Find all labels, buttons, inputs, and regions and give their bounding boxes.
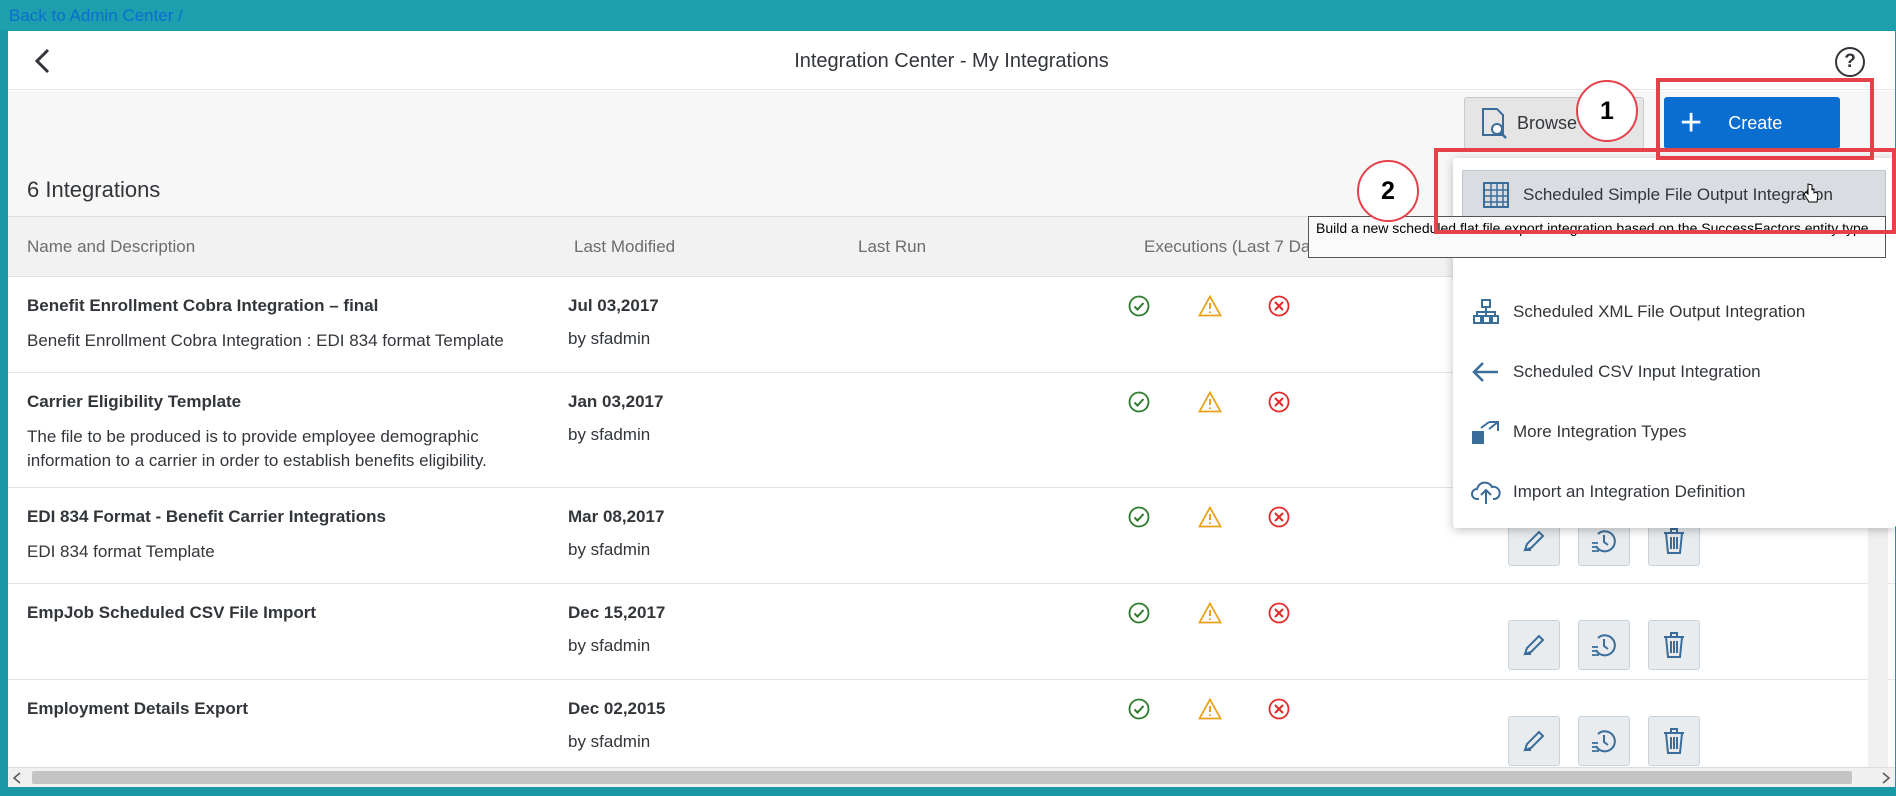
last-modified-date: Dec 02,2015 [568, 699, 666, 718]
history-icon [1590, 631, 1618, 659]
history-icon [1590, 727, 1618, 755]
history-icon [1590, 527, 1618, 555]
error-icon[interactable] [1268, 506, 1290, 528]
warning-icon[interactable] [1197, 505, 1223, 528]
integration-name[interactable]: EmpJob Scheduled CSV File Import [27, 603, 316, 623]
horizontal-scrollbar[interactable] [8, 767, 1895, 787]
arrow-left-icon [1469, 355, 1503, 389]
top-breadcrumb-bar: Back to Admin Center / [0, 0, 1896, 30]
warning-icon[interactable] [1197, 601, 1223, 624]
open-external-icon [1469, 415, 1503, 449]
menu-item-more-integration-types[interactable]: More Integration Types [1453, 407, 1896, 457]
horizontal-scrollbar-thumb[interactable] [32, 771, 1852, 784]
menu-item-label: Scheduled XML File Output Integration [1513, 302, 1806, 321]
edit-button[interactable] [1508, 620, 1560, 670]
last-modified-by: by sfadmin [568, 540, 651, 559]
pencil-icon [1521, 728, 1547, 754]
menu-item-label: More Integration Types [1513, 422, 1687, 441]
hierarchy-icon [1469, 295, 1503, 329]
last-modified-date: Jan 03,2017 [568, 392, 664, 411]
history-button[interactable] [1578, 716, 1630, 766]
success-icon[interactable] [1128, 506, 1150, 528]
menu-item-scheduled-xml-file-output[interactable]: Scheduled XML File Output Integration [1453, 287, 1896, 337]
error-icon[interactable] [1268, 602, 1290, 624]
last-modified-by: by sfadmin [568, 732, 651, 751]
last-modified-by: by sfadmin [568, 329, 651, 348]
last-modified-date: Jul 03,2017 [568, 296, 659, 315]
menu-item-label: Scheduled CSV Input Integration [1513, 362, 1761, 381]
column-header-name[interactable]: Name and Description [27, 237, 195, 257]
menu-item-label: Import an Integration Definition [1513, 482, 1746, 501]
history-button[interactable] [1578, 620, 1630, 670]
document-search-icon [1482, 108, 1507, 139]
delete-button[interactable] [1648, 716, 1700, 766]
table-row[interactable]: EmpJob Scheduled CSV File Import Dec 15,2… [8, 584, 1895, 680]
integration-name[interactable]: Employment Details Export [27, 699, 248, 719]
page-title: Integration Center - My Integrations [794, 50, 1109, 72]
cloud-upload-icon [1469, 475, 1503, 509]
trash-icon [1662, 727, 1686, 755]
menu-item-import-integration-definition[interactable]: Import an Integration Definition [1453, 467, 1896, 517]
success-icon[interactable] [1128, 602, 1150, 624]
menu-item-scheduled-csv-input[interactable]: Scheduled CSV Input Integration [1453, 347, 1896, 397]
annotation-highlight-menu-item [1434, 148, 1896, 234]
integration-description: EDI 834 format Template [27, 542, 215, 561]
integration-name[interactable]: Benefit Enrollment Cobra Integration – f… [27, 296, 378, 316]
error-icon[interactable] [1268, 391, 1290, 413]
integration-description: The file to be produced is to provide em… [27, 427, 487, 470]
integration-description: Benefit Enrollment Cobra Integration : E… [27, 331, 504, 350]
delete-button[interactable] [1648, 620, 1700, 670]
warning-icon[interactable] [1197, 390, 1223, 413]
column-header-last-run[interactable]: Last Run [858, 237, 926, 257]
scroll-right-icon[interactable] [1881, 772, 1891, 784]
success-icon[interactable] [1128, 295, 1150, 317]
column-header-executions[interactable]: Executions (Last 7 Da [1144, 237, 1310, 257]
scroll-left-icon[interactable] [12, 772, 22, 784]
help-icon[interactable]: ? [1835, 47, 1865, 77]
last-modified-by: by sfadmin [568, 425, 651, 444]
annotation-marker-1: 1 [1576, 80, 1638, 142]
pencil-icon [1521, 632, 1547, 658]
success-icon[interactable] [1128, 391, 1150, 413]
pencil-icon [1521, 528, 1547, 554]
warning-icon[interactable] [1197, 697, 1223, 720]
integration-name[interactable]: EDI 834 Format - Benefit Carrier Integra… [27, 507, 386, 527]
trash-icon [1662, 631, 1686, 659]
last-modified-date: Mar 08,2017 [568, 507, 665, 526]
error-icon[interactable] [1268, 295, 1290, 317]
error-icon[interactable] [1268, 698, 1290, 720]
column-header-last-modified[interactable]: Last Modified [574, 237, 675, 257]
integration-count: 6 Integrations [27, 177, 161, 202]
back-to-admin-center-link[interactable]: Back to Admin Center / [9, 6, 183, 26]
last-modified-date: Dec 15,2017 [568, 603, 666, 622]
annotation-marker-2: 2 [1357, 160, 1419, 222]
last-modified-by: by sfadmin [568, 636, 651, 655]
integration-name[interactable]: Carrier Eligibility Template [27, 392, 241, 412]
edit-button[interactable] [1508, 716, 1560, 766]
success-icon[interactable] [1128, 698, 1150, 720]
trash-icon [1662, 527, 1686, 555]
table-row[interactable]: Employment Details Export Dec 02,2015 by s… [8, 680, 1895, 776]
warning-icon[interactable] [1197, 294, 1223, 317]
